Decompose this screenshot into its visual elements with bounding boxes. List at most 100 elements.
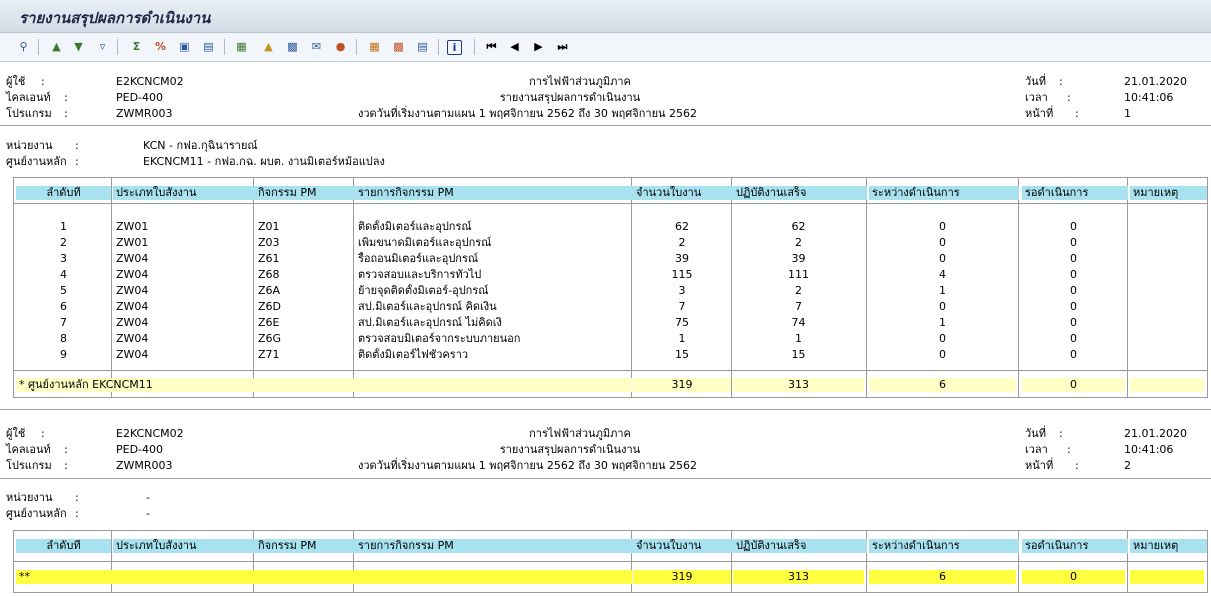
center-value: - (146, 507, 150, 520)
table-cell: 7 (678, 300, 686, 313)
column-header[interactable]: ลำดับที่ (16, 539, 111, 553)
table-cell: ZW01 (116, 236, 149, 249)
table-cell: 1 (60, 220, 67, 233)
program-label: โปรแกรม (6, 107, 52, 120)
column-header[interactable]: ประเภทใบสั่งงาน (113, 186, 256, 200)
total-done: 313 (733, 570, 864, 584)
table-cell: 0 (1070, 252, 1077, 265)
table-cell: 0 (1070, 348, 1077, 361)
table-cell: Z6D (258, 300, 282, 313)
previous-page-icon[interactable]: ◀ (506, 38, 523, 55)
information-icon[interactable]: i (447, 40, 462, 55)
colon: : (64, 91, 68, 104)
column-header[interactable]: รายการกิจกรรม PM (355, 539, 634, 553)
table-cell: 0 (1070, 268, 1077, 281)
total-icon[interactable]: Σ (128, 38, 145, 55)
column-header[interactable]: หมายเหตุ (1130, 186, 1207, 200)
column-header[interactable]: หมายเหตุ (1130, 539, 1207, 553)
export-spreadsheet-icon[interactable]: ▦ (233, 38, 250, 55)
export-word-icon[interactable]: ▲ (260, 38, 277, 55)
table-cell: Z6E (258, 316, 280, 329)
table-cell: สป.มิเตอร์และอุปกรณ์ คิดเงิน (358, 300, 497, 313)
table-cell: สป.มิเตอร์และอุปกรณ์ ไม่คิดเงิ (358, 316, 502, 329)
first-page-icon[interactable]: ⏮ (483, 38, 500, 55)
table-cell: 4 (60, 268, 67, 281)
total-wait: 0 (1022, 378, 1125, 392)
colon: : (75, 155, 79, 168)
colon: : (1059, 427, 1063, 440)
colon: : (75, 507, 79, 520)
column-divider (1018, 178, 1019, 397)
table-cell: ZW04 (116, 284, 149, 297)
column-header[interactable]: กิจกรรม PM (255, 539, 356, 553)
time-label: เวลา (1025, 91, 1048, 104)
send-mail-icon[interactable]: ✉ (308, 38, 325, 55)
table-cell (1130, 236, 1207, 250)
client-label: ไคลเอนท์ (6, 91, 51, 104)
colon: : (41, 427, 45, 440)
program-value: ZWMR003 (116, 459, 173, 472)
table-cell: ZW04 (116, 268, 149, 281)
report-period: งวดวันที่เริ่มงานตามแผน 1 พฤศจิกายน 2562… (358, 459, 698, 472)
total-inprog: 6 (869, 570, 1016, 584)
table-cell: ZW04 (116, 332, 149, 345)
column-header[interactable]: รอดำเนินการ (1022, 186, 1128, 200)
title-bar: รายงานสรุปผลการดำเนินงาน (0, 0, 1211, 33)
table-cell: 0 (939, 220, 946, 233)
table-cell: 6 (60, 300, 67, 313)
column-header[interactable]: จำนวนใบงาน (633, 186, 734, 200)
column-header[interactable]: รอดำเนินการ (1022, 539, 1128, 553)
save-layout-icon[interactable]: ▤ (414, 38, 431, 55)
client-value: PED-400 (116, 443, 164, 456)
column-header[interactable]: ปฏิบัติงานเสร็จ (733, 539, 867, 553)
page-label: หน้าที่ (1025, 459, 1054, 472)
colon: : (64, 443, 68, 456)
column-header[interactable]: จำนวนใบงาน (633, 539, 734, 553)
column-header[interactable]: รายการกิจกรรม PM (355, 186, 634, 200)
column-header[interactable]: ระหว่างดำเนินการ (869, 186, 1019, 200)
sort-ascending-icon[interactable]: ▲ (48, 38, 65, 55)
time-label: เวลา (1025, 443, 1048, 456)
table-cell: 15 (791, 348, 806, 361)
column-header[interactable]: ปฏิบัติงานเสร็จ (733, 186, 867, 200)
column-header[interactable]: ประเภทใบสั่งงาน (113, 539, 256, 553)
window-title: รายงานสรุปผลการดำเนินงาน (19, 9, 211, 27)
table-cell: ตรวจสอบและบริการทั่วไป (358, 268, 482, 281)
table-cell: เพิ่มขนาดมิเตอร์และอุปกรณ์ (358, 236, 492, 249)
print-icon[interactable]: ▩ (390, 38, 407, 55)
table-cell: 2 (795, 284, 802, 297)
column-header[interactable]: กิจกรรม PM (255, 186, 356, 200)
table-cell: ZW04 (116, 252, 149, 265)
graphic-icon[interactable]: ▦ (366, 38, 383, 55)
details-icon[interactable]: ⚲ (15, 38, 32, 55)
next-page-icon[interactable]: ▶ (530, 38, 547, 55)
filter-icon[interactable]: ▿ (94, 38, 111, 55)
table-cell: ZW04 (116, 300, 149, 313)
last-page-icon[interactable]: ⏭ (554, 38, 571, 55)
divider (0, 125, 1211, 126)
column-header[interactable]: ลำดับที่ (16, 186, 111, 200)
column-header[interactable]: ระหว่างดำเนินการ (869, 539, 1019, 553)
center-value: EKCNCM11 - กฟอ.กฉ. ผบต. งานมิเตอร์หม้อแป… (143, 155, 385, 168)
table-cell (1130, 300, 1207, 314)
date-value: 21.01.2020 (1124, 75, 1187, 88)
total-divider (14, 561, 1207, 562)
select-layout-icon[interactable]: ▣ (176, 38, 193, 55)
subtotal-icon[interactable]: % (152, 38, 169, 55)
table-cell: 39 (675, 252, 689, 265)
table-cell: 62 (791, 220, 806, 233)
table-cell: 0 (939, 348, 946, 361)
divider (0, 478, 1211, 479)
user-label: ผู้ใช้ (6, 427, 26, 440)
org-name: การไฟฟ้าส่วนภูมิภาค (529, 427, 631, 440)
local-file-icon[interactable]: ▩ (284, 38, 301, 55)
report-title: รายงานสรุปผลการดำเนินงาน (499, 91, 641, 104)
table-cell (1130, 316, 1207, 330)
abc-analysis-icon[interactable]: ● (332, 38, 349, 55)
table-cell: 3 (60, 252, 67, 265)
change-layout-icon[interactable]: ▤ (200, 38, 217, 55)
sort-descending-icon[interactable]: ▼ (70, 38, 87, 55)
colon: : (1075, 107, 1079, 120)
table-cell: ตรวจสอบมิเตอร์จากระบบภายนอก (358, 332, 521, 345)
table-cell: 62 (675, 220, 689, 233)
